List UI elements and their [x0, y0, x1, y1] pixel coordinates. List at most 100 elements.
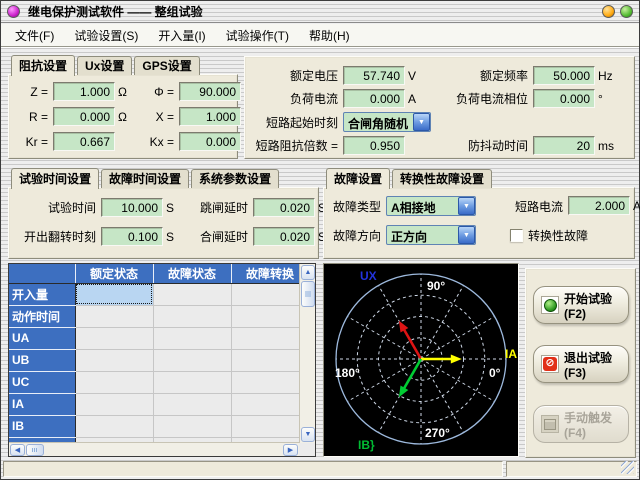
table-row: UC: [9, 371, 299, 393]
minimize-button[interactable]: [602, 5, 615, 18]
table-row: 动作时间: [9, 305, 299, 327]
fault-direction-dropdown[interactable]: 正方向 ▼: [386, 225, 476, 245]
menu-item-help[interactable]: 帮助(H): [299, 25, 360, 46]
table-cell[interactable]: [153, 349, 231, 371]
table-cell[interactable]: [75, 305, 153, 327]
x-field[interactable]: 1.000: [179, 107, 241, 126]
table-cell[interactable]: [75, 393, 153, 415]
table-cell[interactable]: [231, 283, 299, 305]
short-circuit-current-field[interactable]: 2.000: [568, 196, 630, 215]
table-cell[interactable]: [75, 283, 153, 305]
table-cell[interactable]: [231, 371, 299, 393]
chevron-down-icon[interactable]: ▼: [458, 226, 475, 244]
action-button-panel: 开始试验(F2) ⊘ 退出试验(F3) 手动触发(F4): [525, 268, 636, 458]
table-cell[interactable]: [153, 371, 231, 393]
start-test-button[interactable]: 开始试验(F2): [533, 286, 629, 324]
table-cell[interactable]: [75, 349, 153, 371]
convertible-fault-label: 转换性故障: [528, 227, 588, 244]
tab-impedance-settings[interactable]: 阻抗设置: [11, 55, 75, 76]
table-row: UB: [9, 349, 299, 371]
impedance-content: Z = 1.000 Ω Φ = 90.000 ° R = 0.000 Ω X =…: [8, 74, 238, 159]
tab-ux-settings[interactable]: Ux设置: [77, 56, 132, 75]
table-cell[interactable]: [153, 393, 231, 415]
table-cell[interactable]: [231, 415, 299, 437]
rated-frequency-unit: Hz: [595, 69, 621, 83]
z-field[interactable]: 1.000: [53, 82, 115, 101]
trip-delay-label: 跳闸延时: [181, 199, 253, 216]
trip-delay-field[interactable]: 0.020: [253, 198, 315, 217]
row-label-UB[interactable]: UB: [9, 349, 75, 371]
kr-field[interactable]: 0.667: [53, 132, 115, 151]
close-button[interactable]: [620, 5, 633, 18]
table-cell[interactable]: [231, 305, 299, 327]
table-cell[interactable]: [153, 415, 231, 437]
chevron-down-icon[interactable]: ▼: [413, 113, 430, 131]
impedance-multiplier-field[interactable]: 0.950: [343, 136, 405, 155]
fault-type-dropdown[interactable]: A相接地 ▼: [386, 196, 476, 216]
scroll-down-icon[interactable]: ▼: [301, 427, 315, 442]
test-time-field[interactable]: 10.000: [101, 198, 163, 217]
scroll-right-icon[interactable]: ▶: [283, 444, 298, 456]
impedance-multiplier-label: 短路阻抗倍数 =: [251, 137, 343, 154]
tab-test-time-settings[interactable]: 试验时间设置: [11, 168, 99, 189]
output-flip-field[interactable]: 0.100: [101, 227, 163, 246]
title-bar: 继电保护测试软件 —— 整组试验: [1, 1, 639, 23]
row-label-开入量[interactable]: 开入量: [9, 283, 75, 305]
row-label-IB[interactable]: IB: [9, 415, 75, 437]
table-cell[interactable]: [153, 305, 231, 327]
rated-voltage-label: 额定电压: [251, 67, 343, 84]
scroll-left-icon[interactable]: ◀: [10, 444, 25, 456]
close-delay-field[interactable]: 0.020: [253, 227, 315, 246]
vertical-scroll-thumb[interactable]: [301, 281, 315, 307]
load-current-phase-field[interactable]: 0.000: [533, 89, 595, 108]
menu-item-file[interactable]: 文件(F): [5, 25, 64, 46]
fault-type-value: A相接地: [387, 197, 458, 215]
tab-gps-settings[interactable]: GPS设置: [134, 56, 199, 75]
resize-grip[interactable]: [621, 461, 634, 474]
tab-convertible-fault-settings[interactable]: 转换性故障设置: [392, 169, 492, 188]
start-test-label: 开始试验(F2): [564, 290, 628, 321]
fault-type-label: 故障类型: [332, 198, 386, 215]
menu-item-test-settings[interactable]: 试验设置(S): [64, 25, 148, 46]
kr-label: Kr =: [17, 135, 53, 149]
row-label-IA[interactable]: IA: [9, 393, 75, 415]
exit-test-button[interactable]: ⊘ 退出试验(F3): [533, 345, 629, 383]
rated-frequency-label: 额定频率: [435, 67, 533, 84]
short-circuit-current-label: 短路电流: [510, 198, 568, 215]
column-header-fault-transfer[interactable]: 故障转换: [231, 264, 299, 283]
chevron-down-icon[interactable]: ▼: [458, 197, 475, 215]
z-label: Z =: [17, 85, 53, 99]
convertible-fault-checkbox[interactable]: [510, 229, 523, 242]
table-vertical-scrollbar[interactable]: ▲ ▼: [299, 264, 315, 443]
phi-field[interactable]: 90.000: [179, 82, 241, 101]
row-label-UA[interactable]: UA: [9, 327, 75, 349]
stop-icon: ⊘: [541, 355, 559, 373]
column-header-rated-state[interactable]: 额定状态: [75, 264, 153, 283]
scroll-up-icon[interactable]: ▲: [301, 265, 315, 280]
tab-system-param-settings[interactable]: 系统参数设置: [191, 169, 279, 188]
tab-fault-settings[interactable]: 故障设置: [326, 168, 390, 189]
menu-item-binary-input[interactable]: 开入量(I): [148, 25, 215, 46]
kx-field[interactable]: 0.000: [179, 132, 241, 151]
table-cell[interactable]: [231, 327, 299, 349]
table-cell[interactable]: [75, 327, 153, 349]
table-cell[interactable]: [153, 283, 231, 305]
row-label-UC[interactable]: UC: [9, 371, 75, 393]
table-cell[interactable]: [75, 415, 153, 437]
horizontal-scroll-thumb[interactable]: [26, 444, 44, 456]
row-label-动作时间[interactable]: 动作时间: [9, 305, 75, 327]
table-cell[interactable]: [153, 327, 231, 349]
r-field[interactable]: 0.000: [53, 107, 115, 126]
table-cell[interactable]: [231, 349, 299, 371]
column-header-fault-state[interactable]: 故障状态: [153, 264, 231, 283]
table-cell[interactable]: [231, 393, 299, 415]
load-current-field[interactable]: 0.000: [343, 89, 405, 108]
rated-voltage-field[interactable]: 57.740: [343, 66, 405, 85]
table-cell[interactable]: [75, 371, 153, 393]
menu-item-test-operation[interactable]: 试验操作(T): [216, 25, 299, 46]
anti-jitter-field[interactable]: 20: [533, 136, 595, 155]
short-circuit-start-dropdown[interactable]: 合闸角随机 ▼: [343, 112, 431, 132]
rated-frequency-field[interactable]: 50.000: [533, 66, 595, 85]
table-horizontal-scrollbar[interactable]: ◀ ▶: [9, 442, 299, 456]
tab-fault-time-settings[interactable]: 故障时间设置: [101, 169, 189, 188]
